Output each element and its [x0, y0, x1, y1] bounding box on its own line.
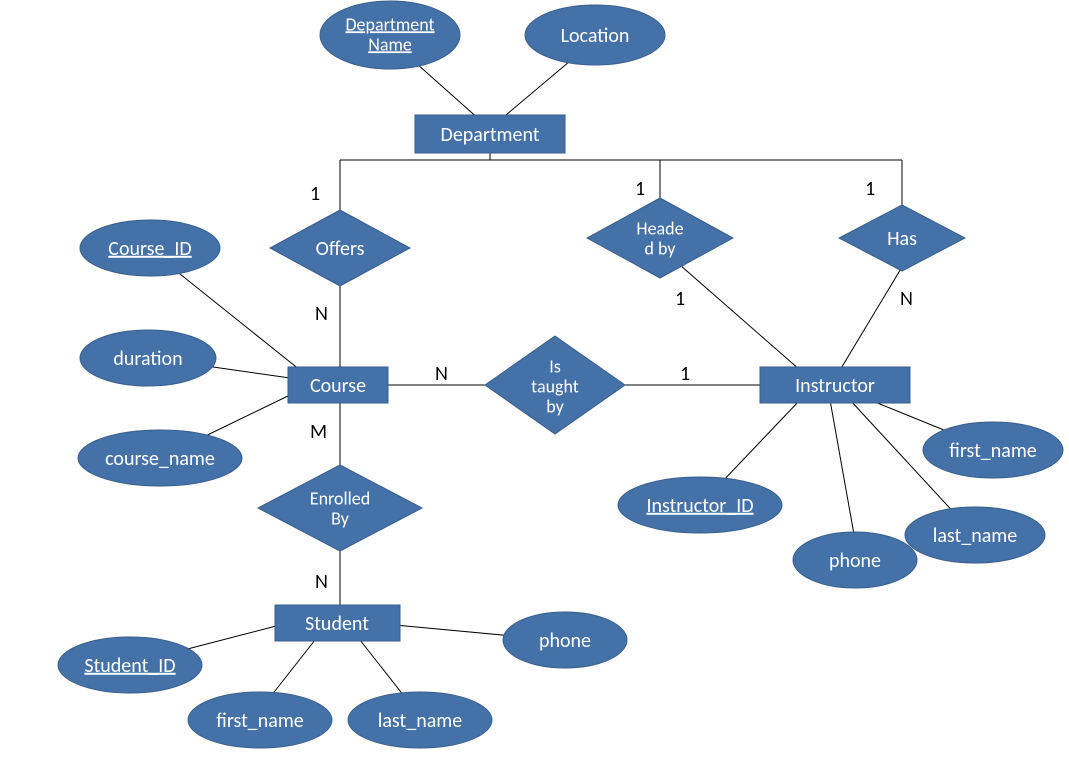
- attr-duration-label: duration: [113, 347, 182, 371]
- card-has-bottom: N: [900, 287, 913, 311]
- rel-enrolled-l1: Enrolled: [310, 487, 370, 509]
- card-offers-top: 1: [310, 182, 320, 206]
- card-has-top: 1: [865, 177, 875, 201]
- rel-taught-l1: Is: [549, 355, 561, 377]
- rel-headed-by-label1: Heade: [636, 217, 683, 239]
- line-has-instructor: [840, 267, 902, 370]
- attr-instr-phone-label: phone: [829, 549, 881, 573]
- rel-taught-l2: taught: [531, 375, 579, 397]
- entity-department-label: Department: [441, 123, 540, 147]
- attr-department-name-label2: Name: [368, 33, 412, 55]
- attr-instr-lastname-label: last_name: [933, 524, 1017, 548]
- card-headed-top: 1: [635, 177, 645, 201]
- rel-taught-l3: by: [546, 395, 564, 417]
- card-offers-bottom: N: [315, 302, 328, 326]
- attr-stud-lastname-label: last_name: [378, 709, 462, 733]
- card-taught-right: 1: [680, 362, 690, 386]
- attr-course-name-label: course_name: [105, 447, 215, 471]
- attr-instructor-id-label: Instructor_ID: [646, 494, 753, 518]
- rel-enrolled-l2: By: [331, 507, 350, 529]
- card-taught-left: N: [435, 362, 448, 386]
- attr-student-id-label: Student_ID: [84, 654, 175, 678]
- rel-headed-by-label2: d by: [644, 237, 676, 259]
- entity-instructor-label: Instructor: [795, 374, 875, 398]
- attr-course-id-label: Course_ID: [108, 237, 191, 261]
- er-diagram: Department Name Location Course_ID durat…: [0, 0, 1069, 765]
- entity-student-label: Student: [305, 612, 369, 636]
- attr-department-name-label1: Department: [345, 13, 434, 35]
- attr-instr-firstname-label: first_name: [949, 439, 1037, 463]
- attr-stud-phone-label: phone: [539, 629, 591, 653]
- line-headed-instructor: [680, 265, 800, 370]
- entity-course-label: Course: [310, 374, 366, 398]
- card-enrolled-top: M: [310, 420, 327, 444]
- card-headed-bottom: 1: [675, 287, 685, 311]
- line-instr-phone: [830, 400, 855, 540]
- attr-stud-firstname-label: first_name: [216, 709, 304, 733]
- card-enrolled-bottom: N: [315, 570, 328, 594]
- rel-has-label: Has: [887, 227, 917, 251]
- attr-location-label: Location: [561, 24, 630, 48]
- rel-offers-label: Offers: [316, 237, 365, 261]
